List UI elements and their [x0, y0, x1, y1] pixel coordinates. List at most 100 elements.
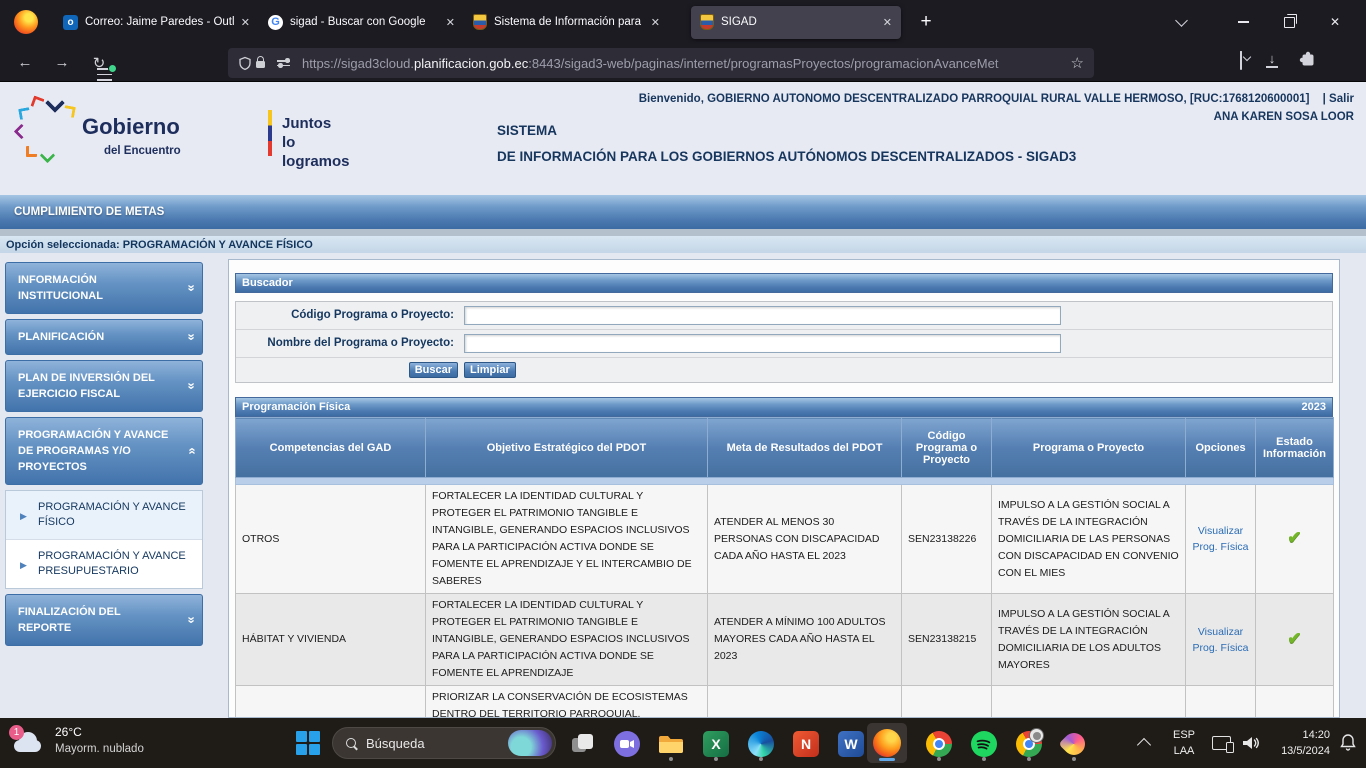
buscar-button[interactable]: Buscar	[409, 362, 458, 378]
buscador-header: Buscador	[235, 273, 1333, 293]
codigo-input[interactable]	[464, 306, 1061, 325]
cast-icon[interactable]	[1212, 736, 1231, 750]
cloud-icon: 1	[10, 728, 46, 754]
col-objetivo: Objetivo Estratégico del PDOT	[426, 418, 708, 478]
weather-widget[interactable]: 1 26°C Mayorm. nublado	[10, 724, 144, 758]
pocket-icon[interactable]	[1240, 52, 1242, 70]
programacion-table: Competencias del GAD Objetivo Estratégic…	[235, 417, 1334, 718]
back-button[interactable]: ←	[13, 54, 37, 71]
nitro-pdf-button[interactable]: N	[789, 727, 823, 761]
chevron-down-icon: »	[183, 333, 199, 340]
logout-link[interactable]: | Salir	[1323, 93, 1354, 105]
permissions-icon[interactable]	[277, 60, 290, 66]
visualizar-prog-fisica-link[interactable]: Visualizar Prog. Física	[1192, 523, 1249, 555]
firefox-icon	[873, 729, 901, 757]
tab-close-icon[interactable]: ✕	[446, 16, 455, 29]
tab-outlook[interactable]: o Correo: Jaime Paredes - Outloo ✕	[54, 6, 259, 39]
task-view-button[interactable]	[566, 727, 600, 761]
chevron-down-icon: »	[183, 284, 199, 291]
selected-option-bar: Opción seleccionada: PROGRAMACIÓN Y AVAN…	[0, 236, 1366, 253]
firefox-logo-icon[interactable]	[14, 10, 38, 34]
address-bar[interactable]: https://sigad3cloud.planificacion.gob.ec…	[228, 48, 1094, 78]
chat-button[interactable]	[610, 727, 644, 761]
tab-close-icon[interactable]: ✕	[883, 16, 892, 29]
tab-close-icon[interactable]: ✕	[651, 16, 660, 29]
site-header: Gobierno del Encuentro Juntos lo logramo…	[0, 82, 1366, 195]
download-icon[interactable]: ↓	[1266, 52, 1278, 68]
sidebar-item-plan-inversion[interactable]: PLAN DE INVERSIÓN DEL EJERCICIO FISCAL »	[5, 360, 203, 412]
notification-badge: 1	[9, 725, 24, 740]
file-explorer-button[interactable]	[654, 727, 688, 761]
tray-overflow-chevron-icon[interactable]	[1137, 738, 1151, 752]
divider	[0, 229, 1366, 236]
chevron-up-icon: »	[183, 447, 199, 454]
speaker-icon[interactable]	[1242, 736, 1260, 755]
check-icon: ✔	[1287, 629, 1301, 648]
colorful-drop-app-button[interactable]	[1057, 727, 1091, 761]
tray-date: 13/5/2024	[1266, 743, 1330, 759]
limpiar-button[interactable]: Limpiar	[464, 362, 516, 378]
tray-time: 14:20	[1266, 727, 1330, 743]
sidebar-subitem-avance-presupuestario[interactable]: ▶ PROGRAMACIÓN Y AVANCE PRESUPUESTARIO	[6, 540, 202, 588]
menu-hamburger-icon[interactable]	[97, 68, 112, 80]
windows-taskbar: 1 26°C Mayorm. nublado Búsqueda	[0, 718, 1366, 768]
list-tabs-chevron-icon[interactable]	[1175, 14, 1188, 27]
bookmark-star-icon[interactable]: ☆	[1071, 54, 1084, 72]
forward-button[interactable]: →	[50, 54, 74, 71]
maximize-button[interactable]	[1266, 4, 1312, 40]
col-estado: Estado Información	[1256, 418, 1334, 478]
outlook-icon: o	[63, 15, 78, 30]
extensions-icon[interactable]	[1299, 51, 1316, 73]
gobierno-del-encuentro-logo: Gobierno del Encuentro Juntos lo logramo…	[16, 94, 316, 170]
new-tab-button[interactable]: +	[913, 11, 939, 33]
shield-icon[interactable]	[238, 56, 252, 71]
sidebar-item-informacion-institucional[interactable]: INFORMACIÓN INSTITUCIONAL »	[5, 262, 203, 314]
sidebar-item-planificacion[interactable]: PLANIFICACIÓN »	[5, 319, 203, 355]
programacion-fisica-panel: Programación Física 2023 Competencias de…	[235, 397, 1333, 718]
sidebar-item-finalizacion-reporte[interactable]: FINALIZACIÓN DEL REPORTE »	[5, 594, 203, 646]
tab-google-search[interactable]: G sigad - Buscar con Google ✕	[259, 6, 464, 39]
chrome-icon	[1016, 731, 1042, 757]
triangle-icon: ▶	[20, 509, 27, 524]
sidebar-subitem-avance-fisico[interactable]: ▶ PROGRAMACIÓN Y AVANCE FÍSICO	[6, 491, 202, 540]
sidebar-nav: INFORMACIÓN INSTITUCIONAL » PLANIFICACIÓ…	[5, 262, 203, 651]
excel-icon: X	[703, 731, 729, 757]
start-button[interactable]	[296, 731, 322, 757]
notification-bell-icon[interactable]	[1340, 733, 1356, 756]
tabla-title: Programación Física	[242, 398, 350, 416]
tab-title: sigad - Buscar con Google	[290, 16, 439, 28]
edge-button[interactable]	[744, 727, 778, 761]
chevron-down-icon: »	[183, 616, 199, 623]
tab-close-icon[interactable]: ✕	[241, 16, 250, 29]
word-button[interactable]: W	[834, 727, 868, 761]
nombre-input[interactable]	[464, 334, 1061, 353]
minimize-button[interactable]	[1220, 4, 1266, 40]
visualizar-prog-fisica-link[interactable]: Visualizar Prog. Física	[1192, 624, 1249, 656]
excel-button[interactable]: X	[699, 727, 733, 761]
flag-bar	[268, 110, 272, 156]
search-icon	[346, 738, 356, 748]
sidebar-submenu: ▶ PROGRAMACIÓN Y AVANCE FÍSICO ▶ PROGRAM…	[5, 490, 203, 589]
chrome-button[interactable]	[922, 727, 956, 761]
tab-sistema-informacion[interactable]: Sistema de Información para lo ✕	[464, 6, 669, 39]
col-codigo: Código Programa o Proyecto	[902, 418, 992, 478]
tab-sigad-active[interactable]: SIGAD ✕	[691, 6, 901, 39]
logo-burst-icon	[16, 96, 76, 162]
menu-bar[interactable]: CUMPLIMIENTO DE METAS	[0, 195, 1366, 229]
clock-widget[interactable]: 14:20 13/5/2024	[1266, 727, 1330, 759]
chrome-profile-button[interactable]	[1012, 727, 1046, 761]
logo-brand-text: Gobierno del Encuentro	[82, 116, 181, 162]
table-row: OTROS FORTALECER LA IDENTIDAD CULTURAL Y…	[236, 485, 1334, 594]
language-indicator[interactable]: ESP LAA	[1166, 727, 1202, 759]
buscador-form: Código Programa o Proyecto: Nombre del P…	[235, 301, 1333, 383]
taskbar-search[interactable]: Búsqueda	[332, 727, 556, 759]
firefox-button-active[interactable]	[867, 723, 907, 763]
spotify-button[interactable]	[967, 727, 1001, 761]
lock-icon[interactable]	[256, 61, 265, 68]
content-panel: Buscador Código Programa o Proyecto: Nom…	[228, 259, 1340, 718]
close-window-button[interactable]: ✕	[1312, 4, 1358, 40]
tab-title: Sistema de Información para lo	[494, 16, 644, 28]
col-programa: Programa o Proyecto	[992, 418, 1186, 478]
sidebar-item-programacion-avance[interactable]: PROGRAMACIÓN Y AVANCE DE PROGRAMAS Y/O P…	[5, 417, 203, 485]
tab-title: SIGAD	[721, 16, 876, 28]
